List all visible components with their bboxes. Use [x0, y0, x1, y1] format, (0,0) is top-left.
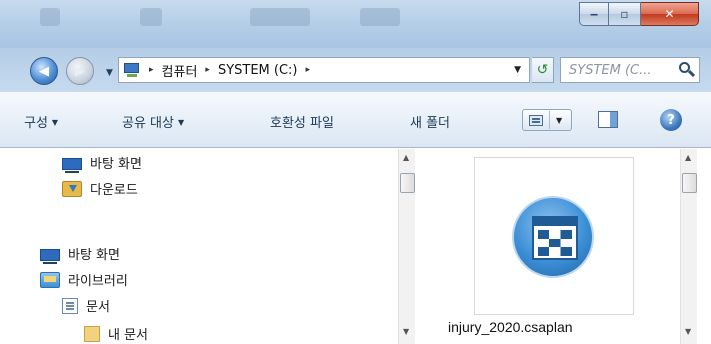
history-dropdown-icon[interactable]: ▼ — [106, 68, 113, 78]
address-bar[interactable]: ▸ 컴퓨터 ▸ SYSTEM (C:) ▸ ▼ — [118, 57, 530, 83]
window-controls: ‒ ▫ ✕ — [579, 2, 699, 26]
organize-label: 구성 — [24, 116, 48, 131]
refresh-button[interactable]: ↺ — [532, 57, 554, 83]
tree-item-my-documents[interactable]: 내 문서 — [84, 324, 148, 343]
help-button[interactable]: ? — [660, 109, 682, 131]
content-pane: injury_2020.csaplan ▲ ▼ — [418, 149, 711, 344]
share-with-menu[interactable]: 공유 대상 ▼ — [122, 112, 184, 131]
my-documents-icon — [84, 325, 100, 342]
tree-item-desktop-root[interactable]: 바탕 화면 — [40, 244, 120, 264]
tree-item-downloads[interactable]: 다운로드 — [62, 179, 138, 198]
refresh-icon: ↺ — [536, 62, 549, 78]
minimize-button[interactable]: ‒ — [579, 2, 609, 26]
navigation-scrollbar[interactable]: ▲ ▼ — [398, 149, 415, 344]
back-button[interactable]: ◀ — [30, 57, 58, 85]
desktop-icon — [40, 248, 60, 264]
tree-item-label: 문서 — [86, 300, 110, 315]
tree-item-label: 내 문서 — [108, 328, 149, 343]
forward-button[interactable]: ▶ — [66, 57, 94, 85]
breadcrumb-separator-icon[interactable]: ▸ — [149, 65, 154, 75]
tree-item-label: 바탕 화면 — [90, 157, 142, 172]
close-button[interactable]: ✕ — [641, 2, 699, 26]
navigation-row: ◀ ▶ ▼ ▸ 컴퓨터 ▸ SYSTEM (C:) ▸ ▼ ↺ SYSTEM (… — [0, 48, 711, 92]
chevron-down-icon: ▼ — [51, 118, 59, 127]
preview-pane-button[interactable] — [598, 111, 618, 128]
scroll-thumb[interactable] — [400, 173, 415, 193]
content-scrollbar[interactable]: ▲ ▼ — [680, 149, 697, 344]
maximize-button[interactable]: ▫ — [609, 2, 641, 26]
search-input[interactable]: SYSTEM (C... — [560, 57, 700, 83]
blurred-background-icon — [360, 8, 400, 26]
organize-menu[interactable]: 구성 ▼ — [24, 112, 58, 131]
scroll-down-icon[interactable]: ▼ — [685, 327, 691, 336]
downloads-folder-icon — [62, 180, 82, 197]
csaplan-file-icon — [512, 196, 594, 278]
title-bar: ‒ ▫ ✕ — [0, 0, 711, 48]
compat-label: 호환성 파일 — [270, 116, 334, 131]
change-view-button[interactable]: ▼ — [522, 109, 572, 131]
desktop-icon — [62, 157, 82, 173]
forward-arrow-icon: ▶ — [75, 63, 85, 79]
blurred-background-icon — [250, 8, 310, 26]
scroll-up-icon[interactable]: ▲ — [403, 153, 409, 162]
file-item[interactable] — [474, 157, 634, 315]
navigation-pane: 바탕 화면 다운로드 바탕 화면 라이브러리 문서 내 문서 ▲ ▼ — [0, 149, 416, 344]
chevron-down-icon: ▼ — [177, 118, 185, 127]
scroll-up-icon[interactable]: ▲ — [685, 153, 691, 162]
view-icon — [529, 114, 543, 126]
blurred-background-icon — [40, 8, 60, 26]
scroll-down-icon[interactable]: ▼ — [403, 327, 409, 336]
chevron-down-icon[interactable]: ▼ — [556, 116, 562, 125]
tree-item-libraries[interactable]: 라이브러리 — [40, 270, 128, 289]
breadcrumb-computer[interactable]: 컴퓨터 — [162, 61, 198, 80]
tree-item-label: 다운로드 — [90, 183, 138, 198]
breadcrumb-separator-icon[interactable]: ▸ — [205, 65, 210, 75]
command-bar: 구성 ▼ 공유 대상 ▼ 호환성 파일 새 폴더 ▼ ? — [0, 92, 711, 148]
search-placeholder: SYSTEM (C... — [569, 62, 652, 78]
scroll-thumb[interactable] — [682, 173, 697, 193]
library-icon — [40, 271, 60, 288]
computer-icon — [123, 62, 141, 78]
documents-icon — [62, 297, 78, 314]
compatibility-files-button[interactable]: 호환성 파일 — [270, 112, 334, 131]
breadcrumb-system-drive[interactable]: SYSTEM (C:) — [218, 63, 298, 78]
tree-item-label: 라이브러리 — [68, 274, 128, 289]
share-label: 공유 대상 — [122, 116, 174, 131]
search-icon[interactable] — [679, 62, 696, 78]
blurred-background-icon — [140, 8, 162, 26]
new-folder-label: 새 폴더 — [410, 116, 451, 131]
new-folder-button[interactable]: 새 폴더 — [410, 112, 450, 131]
tree-item-documents[interactable]: 문서 — [62, 296, 110, 315]
divider — [549, 111, 550, 129]
tree-item-label: 바탕 화면 — [68, 248, 120, 263]
help-icon: ? — [667, 112, 675, 128]
file-name-label[interactable]: injury_2020.csaplan — [448, 319, 668, 335]
breadcrumb-separator-icon[interactable]: ▸ — [306, 65, 311, 75]
address-dropdown-icon[interactable]: ▼ — [514, 65, 521, 75]
tree-item-desktop[interactable]: 바탕 화면 — [62, 153, 142, 173]
back-arrow-icon: ◀ — [39, 63, 49, 79]
